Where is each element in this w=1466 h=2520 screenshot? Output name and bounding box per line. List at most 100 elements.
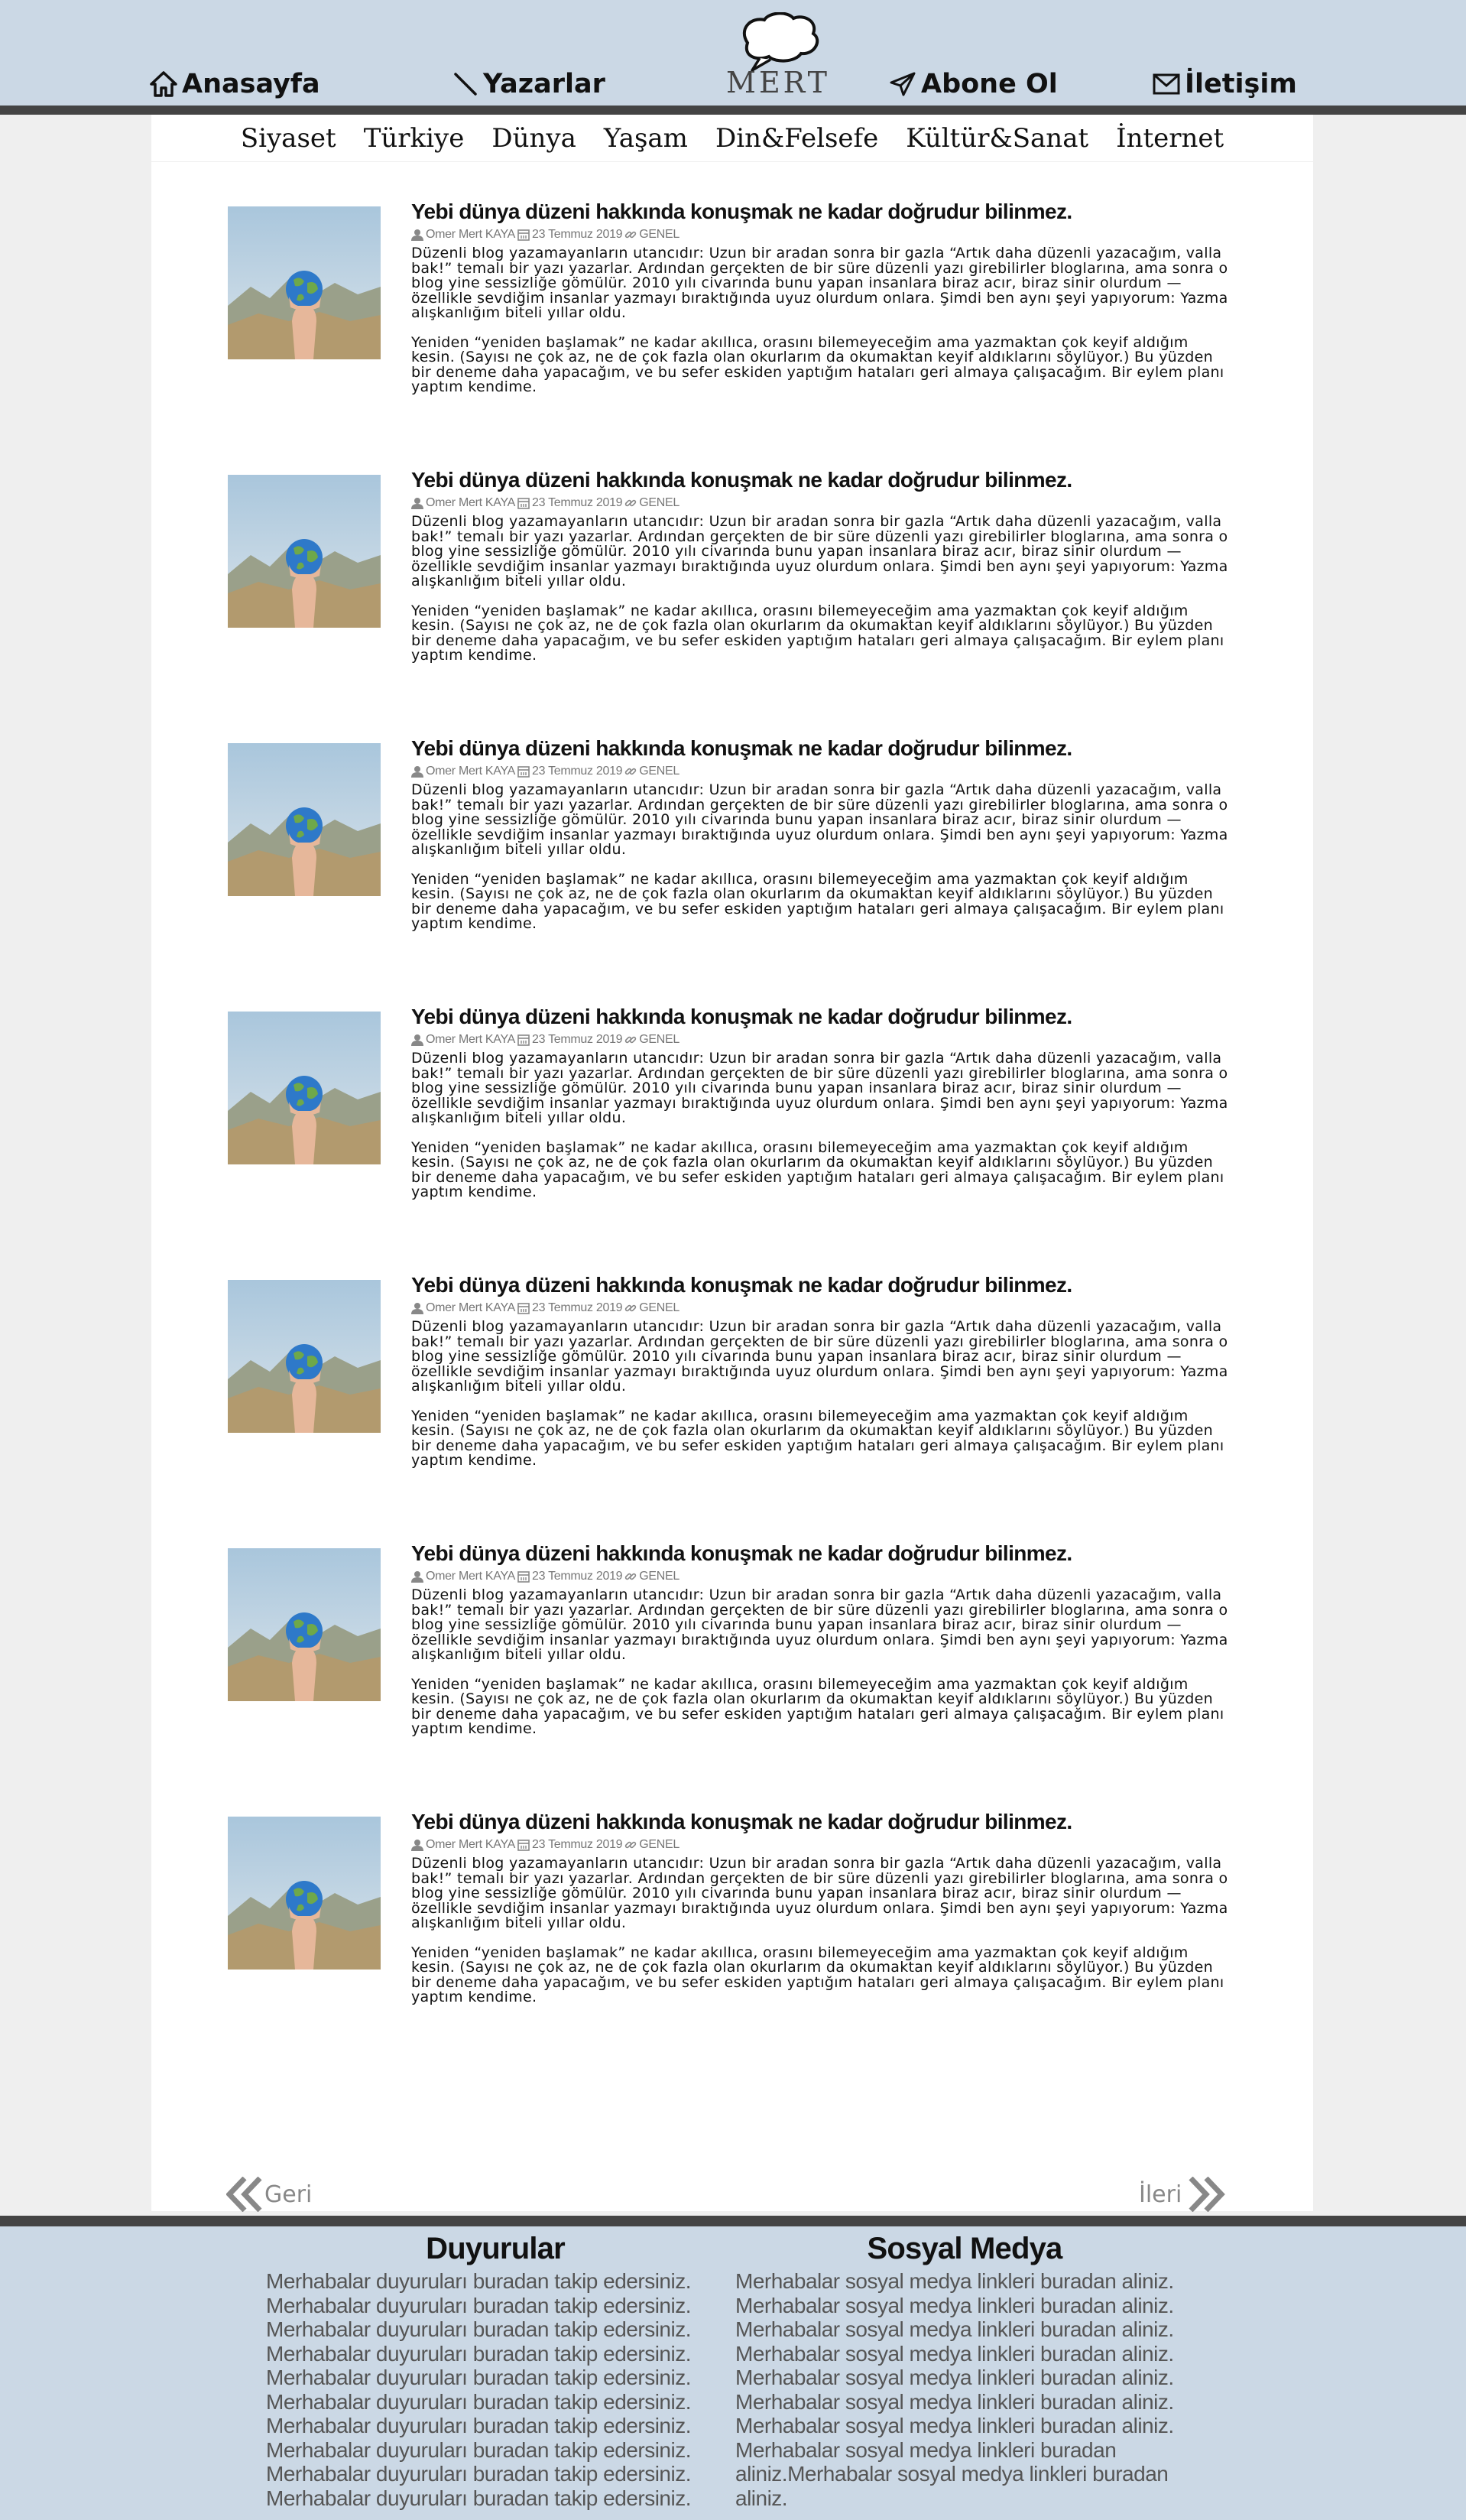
post-category[interactable]: GENEL xyxy=(639,1568,679,1585)
post-paragraph-1: Düzenli blog yazamayanların utancıdır: U… xyxy=(411,513,1228,589)
post-excerpt: Düzenli blog yazamayanların utancıdır: U… xyxy=(411,245,1229,395)
link-icon xyxy=(625,231,637,239)
post-author[interactable]: Omer Mert KAYA xyxy=(426,763,515,780)
pen-icon xyxy=(454,73,477,96)
post-meta: Omer Mert KAYA 23 Temmuz 2019 GENEL xyxy=(411,1300,1229,1317)
post-thumbnail[interactable] xyxy=(228,1280,381,1433)
social-link-item[interactable]: Merhabalar sosyal medya linkleri buradan… xyxy=(735,2366,1209,2390)
globe-in-hand-image xyxy=(228,743,381,896)
post-meta: Omer Mert KAYA 23 Temmuz 2019 GENEL xyxy=(411,1031,1229,1048)
announcement-item[interactable]: Merhabalar duyuruları buradan takip eder… xyxy=(266,2414,725,2438)
link-icon xyxy=(625,1304,637,1312)
post-category[interactable]: GENEL xyxy=(639,1300,679,1317)
nav-writers-link[interactable]: Yazarlar xyxy=(452,67,605,101)
calendar-icon xyxy=(517,229,530,241)
site-logo[interactable]: MERT xyxy=(702,12,855,102)
pager-prev-label: Geri xyxy=(264,2181,313,2208)
post-author[interactable]: Omer Mert KAYA xyxy=(426,1836,515,1853)
calendar-icon xyxy=(517,1034,530,1046)
post-title[interactable]: Yebi dünya düzeni hakkında konuşmak ne k… xyxy=(411,1539,1229,1568)
pager-prev-link[interactable]: Geri xyxy=(226,2176,312,2213)
social-link-item[interactable]: Merhabalar sosyal medya linkleri buradan… xyxy=(735,2414,1209,2438)
post-thumbnail[interactable] xyxy=(228,1548,381,1701)
pager-next-label: İleri xyxy=(1139,2181,1182,2208)
nav-writers-label: Yazarlar xyxy=(483,69,605,99)
post-thumbnail[interactable] xyxy=(228,1012,381,1164)
post-body: Yebi dünya düzeni hakkında konuşmak ne k… xyxy=(411,197,1229,395)
category-link-kultur-sanat[interactable]: Kültür&Sanat xyxy=(906,123,1088,154)
post-paragraph-2: Yeniden “yeniden başlamak” ne kadar akıl… xyxy=(411,602,1224,664)
social-link-item[interactable]: Merhabalar sosyal medya linkleri buradan… xyxy=(735,2438,1209,2511)
post-title[interactable]: Yebi dünya düzeni hakkında konuşmak ne k… xyxy=(411,466,1229,495)
post-category[interactable]: GENEL xyxy=(639,495,679,511)
nav-subscribe-link[interactable]: Abone Ol xyxy=(889,67,1058,101)
category-link-dunya[interactable]: Dünya xyxy=(491,123,576,154)
post-date: 23 Temmuz 2019 xyxy=(532,496,623,509)
announcement-item[interactable]: Merhabalar duyuruları buradan takip eder… xyxy=(266,2269,725,2294)
post-author[interactable]: Omer Mert KAYA xyxy=(426,495,515,511)
pager-next-link[interactable]: İleri xyxy=(1139,2176,1228,2213)
post-thumbnail[interactable] xyxy=(228,475,381,628)
nav-home-link[interactable]: Anasayfa xyxy=(150,67,320,101)
announcement-item[interactable]: Merhabalar duyuruları buradan takip eder… xyxy=(266,2342,725,2366)
post-paragraph-2: Yeniden “yeniden başlamak” ne kadar akıl… xyxy=(411,1675,1224,1737)
post-item: Yebi dünya düzeni hakkında konuşmak ne k… xyxy=(228,1539,1237,1784)
post-body: Yebi dünya düzeni hakkında konuşmak ne k… xyxy=(411,1271,1229,1469)
post-category[interactable]: GENEL xyxy=(639,1836,679,1853)
post-thumbnail[interactable] xyxy=(228,206,381,359)
home-icon xyxy=(150,71,177,97)
post-date: 23 Temmuz 2019 xyxy=(532,1570,623,1583)
post-author[interactable]: Omer Mert KAYA xyxy=(426,1031,515,1048)
post-thumbnail[interactable] xyxy=(228,743,381,896)
social-link-item[interactable]: Merhabalar sosyal medya linkleri buradan… xyxy=(735,2294,1209,2318)
post-thumbnail[interactable] xyxy=(228,1817,381,1970)
paper-plane-icon xyxy=(890,72,916,96)
announcement-item[interactable]: Merhabalar duyuruları buradan takip eder… xyxy=(266,2294,725,2318)
nav-contact-link[interactable]: İletişim xyxy=(1153,67,1297,101)
category-link-din-felsefe[interactable]: Din&Felsefe xyxy=(715,123,878,154)
post-category[interactable]: GENEL xyxy=(639,226,679,243)
category-link-yasam[interactable]: Yaşam xyxy=(604,123,688,154)
calendar-icon xyxy=(517,1303,530,1314)
social-link-item[interactable]: Merhabalar sosyal medya linkleri buradan… xyxy=(735,2269,1209,2294)
link-icon xyxy=(625,1573,637,1580)
announcements-section: Duyurular Merhabalar duyuruları buradan … xyxy=(266,2226,725,2510)
category-link-turkiye[interactable]: Türkiye xyxy=(364,123,465,154)
social-link-item[interactable]: Merhabalar sosyal medya linkleri buradan… xyxy=(735,2317,1209,2342)
double-chevron-right-icon xyxy=(1189,2177,1226,2212)
announcement-item[interactable]: Merhabalar duyuruları buradan takip eder… xyxy=(266,2317,725,2342)
post-body: Yebi dünya düzeni hakkında konuşmak ne k… xyxy=(411,1807,1229,2005)
post-meta: Omer Mert KAYA 23 Temmuz 2019 GENEL xyxy=(411,763,1229,780)
post-body: Yebi dünya düzeni hakkında konuşmak ne k… xyxy=(411,1539,1229,1737)
post-author[interactable]: Omer Mert KAYA xyxy=(426,226,515,243)
user-icon xyxy=(411,1840,423,1851)
header-divider xyxy=(0,106,1466,115)
category-link-internet[interactable]: İnternet xyxy=(1116,123,1224,154)
post-title[interactable]: Yebi dünya düzeni hakkında konuşmak ne k… xyxy=(411,1002,1229,1031)
post-category[interactable]: GENEL xyxy=(639,763,679,780)
social-link-item[interactable]: Merhabalar sosyal medya linkleri buradan… xyxy=(735,2342,1209,2366)
logo-text: MERT xyxy=(726,66,830,99)
category-link-siyaset[interactable]: Siyaset xyxy=(241,123,336,154)
post-paragraph-2: Yeniden “yeniden başlamak” ne kadar akıl… xyxy=(411,1944,1224,2005)
announcement-item[interactable]: Merhabalar duyuruları buradan takip eder… xyxy=(266,2390,725,2414)
post-category[interactable]: GENEL xyxy=(639,1031,679,1048)
announcement-item[interactable]: Merhabalar duyuruları buradan takip eder… xyxy=(266,2486,725,2511)
post-title[interactable]: Yebi dünya düzeni hakkında konuşmak ne k… xyxy=(411,1807,1229,1836)
announcement-item[interactable]: Merhabalar duyuruları buradan takip eder… xyxy=(266,2438,725,2463)
post-meta: Omer Mert KAYA 23 Temmuz 2019 GENEL xyxy=(411,226,1229,243)
nav-subscribe-label: Abone Ol xyxy=(921,69,1058,99)
link-icon xyxy=(625,1841,637,1849)
post-title[interactable]: Yebi dünya düzeni hakkında konuşmak ne k… xyxy=(411,734,1229,763)
post-title[interactable]: Yebi dünya düzeni hakkında konuşmak ne k… xyxy=(411,1271,1229,1300)
social-link-item[interactable]: Merhabalar sosyal medya linkleri buradan… xyxy=(735,2390,1209,2414)
post-author[interactable]: Omer Mert KAYA xyxy=(426,1568,515,1585)
post-author[interactable]: Omer Mert KAYA xyxy=(426,1300,515,1317)
announcement-item[interactable]: Merhabalar duyuruları buradan takip eder… xyxy=(266,2462,725,2486)
post-date: 23 Temmuz 2019 xyxy=(532,765,623,778)
post-title[interactable]: Yebi dünya düzeni hakkında konuşmak ne k… xyxy=(411,197,1229,226)
post-paragraph-1: Düzenli blog yazamayanların utancıdır: U… xyxy=(411,1318,1228,1395)
link-icon xyxy=(625,768,637,775)
announcement-item[interactable]: Merhabalar duyuruları buradan takip eder… xyxy=(266,2366,725,2390)
social-title: Sosyal Medya xyxy=(867,2232,1063,2265)
